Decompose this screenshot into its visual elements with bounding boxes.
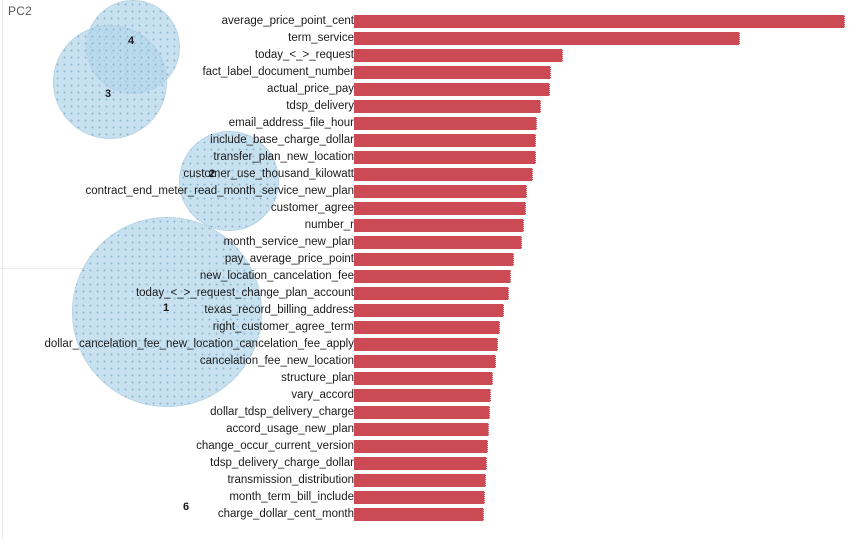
bar-value-rect[interactable] [354,253,514,266]
bar-value-rect[interactable] [354,202,526,215]
bar-value-rect[interactable] [354,32,740,45]
bar-value-rect[interactable] [354,134,536,147]
bar-value-rect[interactable] [354,321,500,334]
bar-value-rect[interactable] [354,219,524,232]
bar-value-rect[interactable] [354,423,489,436]
bar-value-rect[interactable] [354,372,493,385]
bar-value-rect[interactable] [354,270,511,283]
bubble-cluster-panel: PC2 4 3 2 1 6 [0,0,350,539]
bar-value-rect[interactable] [354,151,536,164]
bar-value-rect[interactable] [354,406,490,419]
bar-value-rect[interactable] [354,440,488,453]
y-axis-label: PC2 [8,4,32,18]
bubble-label-2: 2 [208,168,216,180]
bubble-2[interactable] [179,131,279,231]
y-axis-line [2,0,3,539]
bar-value-rect[interactable] [354,185,527,198]
bar-value-rect[interactable] [354,508,484,521]
bar-value-rect[interactable] [354,236,522,249]
bar-value-rect[interactable] [354,66,551,79]
bar-value-rect[interactable] [354,474,486,487]
bubble-3[interactable] [53,25,167,139]
bar-value-rect[interactable] [354,15,845,28]
bubble-label-1: 1 [162,302,170,314]
bubble-label-3: 3 [104,88,112,100]
bar-value-rect[interactable] [354,457,487,470]
bar-value-rect[interactable] [354,49,563,62]
bar-value-rect[interactable] [354,117,537,130]
visualization-canvas: PC2 43216 average_price_point_cent term_s… [0,0,861,539]
bubble-label-6: 6 [182,501,190,513]
bar-value-rect[interactable] [354,168,533,181]
bubble-label-4: 4 [127,35,135,47]
bar-value-rect[interactable] [354,83,550,96]
bar-value-rect[interactable] [354,304,504,317]
bar-value-rect[interactable] [354,338,498,351]
bar-value-rect[interactable] [354,491,485,504]
bar-value-rect[interactable] [354,355,496,368]
bar-value-rect[interactable] [354,389,491,402]
bar-value-rect[interactable] [354,287,509,300]
bar-value-rect[interactable] [354,100,541,113]
